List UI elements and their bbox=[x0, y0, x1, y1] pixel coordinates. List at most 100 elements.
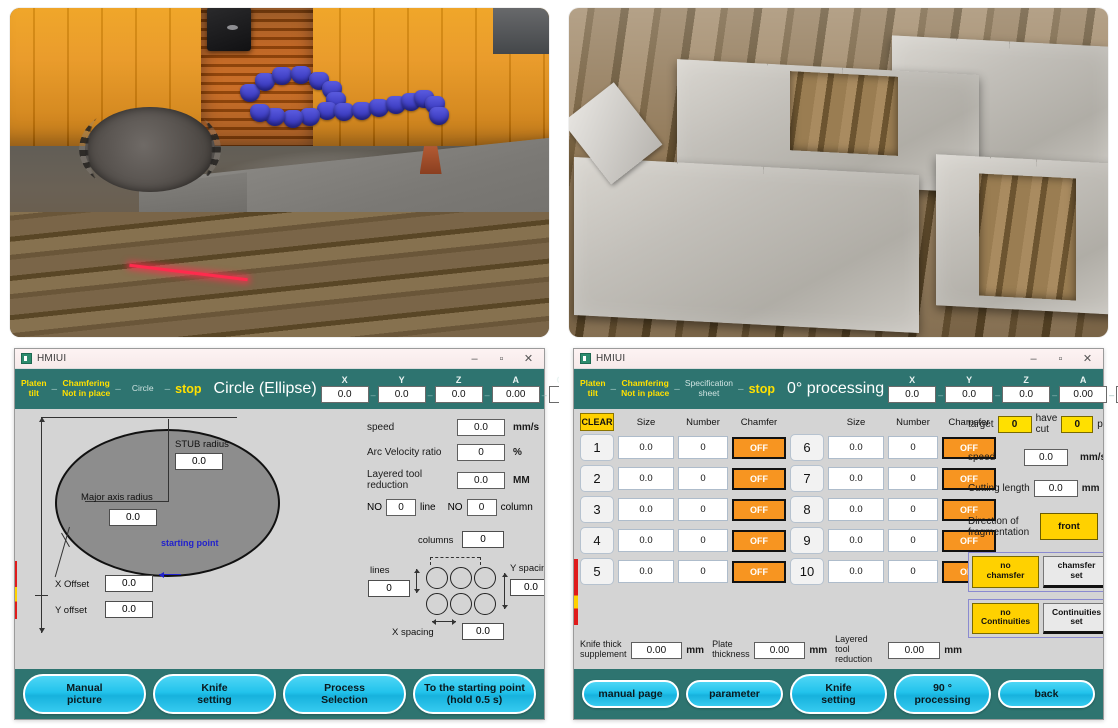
number-input-right[interactable]: 0 bbox=[888, 436, 938, 459]
row-number-right[interactable]: 9 bbox=[790, 527, 824, 554]
cutting-length-input[interactable]: 0.0 bbox=[1033, 480, 1078, 497]
no-chamfer-button[interactable]: no chamsfer bbox=[972, 556, 1039, 588]
size-input-right[interactable]: 0.0 bbox=[828, 436, 884, 459]
row-number-left[interactable]: 2 bbox=[580, 465, 614, 492]
chamfer-toggle-left[interactable]: OFF bbox=[732, 436, 786, 459]
to-starting-point-button[interactable]: To the starting point (hold 0.5 s) bbox=[413, 673, 536, 714]
ninety-degree-processing-button[interactable]: 90 ° processing bbox=[894, 673, 991, 714]
column-input[interactable]: 0 bbox=[466, 499, 497, 516]
layered-tool-input[interactable]: 0.00 bbox=[888, 641, 941, 659]
axis-z-value[interactable]: 0.0 bbox=[1002, 386, 1051, 403]
axis-a-value[interactable]: 0.00 bbox=[491, 386, 540, 403]
axis-y: Y 0.0 bbox=[945, 375, 994, 403]
right-axis-readouts: X0.0 – Y0.0 – Z0.0 – A0.00 – Current0.00 bbox=[888, 375, 1118, 403]
row-number-left[interactable]: 1 bbox=[580, 434, 614, 461]
chamfer-set-button[interactable]: chamsfer set bbox=[1043, 556, 1103, 588]
number-input-right[interactable]: 0 bbox=[888, 467, 938, 490]
size-input-left[interactable]: 0.0 bbox=[618, 529, 674, 552]
table-row: 2 0.0 0 OFF 7 0.0 0 OFF bbox=[580, 465, 996, 492]
manual-picture-button[interactable]: Manual picture bbox=[23, 673, 146, 714]
speed-input[interactable]: 0.0 bbox=[457, 419, 505, 436]
stop-status[interactable]: stop bbox=[175, 382, 201, 396]
pattern-circle bbox=[450, 567, 472, 589]
process-selection-button[interactable]: Process Selection bbox=[283, 673, 406, 714]
major-axis-input[interactable]: 0.0 bbox=[109, 509, 157, 526]
knife-thick-input[interactable]: 0.00 bbox=[630, 641, 683, 659]
target-input[interactable]: 0 bbox=[997, 415, 1032, 433]
arc-velocity-input[interactable]: 0 bbox=[457, 444, 505, 461]
number-input-left[interactable]: 0 bbox=[678, 467, 728, 490]
axis-x-value[interactable]: 0.0 bbox=[888, 386, 937, 403]
number-input-right[interactable]: 0 bbox=[888, 498, 938, 521]
axis-current-value[interactable]: 0.00 bbox=[548, 386, 559, 403]
size-input-right[interactable]: 0.0 bbox=[828, 467, 884, 490]
chamfer-toggle-left[interactable]: OFF bbox=[732, 498, 786, 521]
cnc-stone-cutting-machine-photo bbox=[10, 8, 549, 337]
knife-setting-button[interactable]: Knife setting bbox=[790, 673, 887, 714]
line-input[interactable]: 0 bbox=[386, 499, 416, 516]
axis-y-value[interactable]: 0.0 bbox=[945, 386, 994, 403]
number-input-left[interactable]: 0 bbox=[678, 498, 728, 521]
close-icon[interactable]: ✕ bbox=[1074, 349, 1101, 368]
lines-label: lines bbox=[370, 565, 390, 576]
segment-table: CLEAR Size Number Chamfer Size Number Ch… bbox=[580, 413, 996, 589]
row-number-right[interactable]: 10 bbox=[790, 558, 824, 585]
row-number-left[interactable]: 3 bbox=[580, 496, 614, 523]
knife-setting-button[interactable]: Knife setting bbox=[153, 673, 276, 714]
number-input-left[interactable]: 0 bbox=[678, 436, 728, 459]
size-input-left[interactable]: 0.0 bbox=[618, 467, 674, 490]
number-input-left[interactable]: 0 bbox=[678, 529, 728, 552]
row-number-right[interactable]: 8 bbox=[790, 496, 824, 523]
axis-z-value[interactable]: 0.0 bbox=[434, 386, 483, 403]
have-cut-input[interactable]: 0 bbox=[1061, 415, 1094, 433]
speed-input[interactable]: 0.0 bbox=[1024, 449, 1068, 466]
chamfer-toggle-left[interactable]: OFF bbox=[732, 560, 786, 583]
stub-radius-input[interactable]: 0.0 bbox=[175, 453, 223, 470]
axis-a-label: A bbox=[512, 375, 519, 385]
left-titlebar[interactable]: HMIUI – ▫ ✕ bbox=[15, 349, 544, 369]
size-input-left[interactable]: 0.0 bbox=[618, 560, 674, 583]
right-titlebar[interactable]: HMIUI – ▫ ✕ bbox=[574, 349, 1103, 369]
layered-tool-input[interactable]: 0.0 bbox=[457, 471, 505, 489]
axis-y-value[interactable]: 0.0 bbox=[377, 386, 426, 403]
manual-page-button[interactable]: manual page bbox=[582, 679, 679, 708]
direction-front-button[interactable]: front bbox=[1040, 513, 1098, 540]
parameter-button[interactable]: parameter bbox=[686, 679, 783, 708]
chamfer-toggle-left[interactable]: OFF bbox=[732, 529, 786, 552]
plate-thickness-input[interactable]: 0.00 bbox=[753, 641, 806, 659]
size-input-left[interactable]: 0.0 bbox=[618, 498, 674, 521]
x-spacing-input[interactable]: 0.0 bbox=[462, 623, 504, 640]
size-input-right[interactable]: 0.0 bbox=[828, 498, 884, 521]
layered-tool-unit: MM bbox=[513, 474, 530, 486]
columns-input[interactable]: 0 bbox=[462, 531, 504, 548]
row-number-left[interactable]: 5 bbox=[580, 558, 614, 585]
x-offset-input[interactable]: 0.0 bbox=[105, 575, 153, 592]
number-input-left[interactable]: 0 bbox=[678, 560, 728, 583]
size-input-left[interactable]: 0.0 bbox=[618, 436, 674, 459]
y-spacing-input[interactable]: 0.0 bbox=[510, 579, 544, 596]
axis-a-value[interactable]: 0.00 bbox=[1059, 386, 1108, 403]
status-specification-sheet: Specification sheet bbox=[684, 378, 734, 398]
lines-input[interactable]: 0 bbox=[368, 580, 410, 597]
y-offset-input[interactable]: 0.0 bbox=[105, 601, 153, 618]
size-input-right[interactable]: 0.0 bbox=[828, 560, 884, 583]
minimize-icon[interactable]: – bbox=[461, 349, 488, 368]
size-input-right[interactable]: 0.0 bbox=[828, 529, 884, 552]
continuities-set-button[interactable]: Continuities set bbox=[1043, 602, 1103, 635]
back-button[interactable]: back bbox=[998, 679, 1095, 708]
clear-button[interactable]: CLEAR bbox=[580, 413, 614, 431]
no-continuities-button[interactable]: no Continuities bbox=[972, 602, 1039, 635]
number-input-right[interactable]: 0 bbox=[888, 529, 938, 552]
axis-x-value[interactable]: 0.0 bbox=[320, 386, 369, 403]
number-input-right[interactable]: 0 bbox=[888, 560, 938, 583]
maximize-icon[interactable]: ▫ bbox=[1047, 349, 1074, 368]
stop-status[interactable]: stop bbox=[749, 382, 775, 396]
close-icon[interactable]: ✕ bbox=[515, 349, 542, 368]
row-number-left[interactable]: 4 bbox=[580, 527, 614, 554]
minimize-icon[interactable]: – bbox=[1020, 349, 1047, 368]
have-cut-label: have cut bbox=[1035, 413, 1058, 435]
chamfer-toggle-left[interactable]: OFF bbox=[732, 467, 786, 490]
maximize-icon[interactable]: ▫ bbox=[488, 349, 515, 368]
row-number-right[interactable]: 7 bbox=[790, 465, 824, 492]
row-number-right[interactable]: 6 bbox=[790, 434, 824, 461]
